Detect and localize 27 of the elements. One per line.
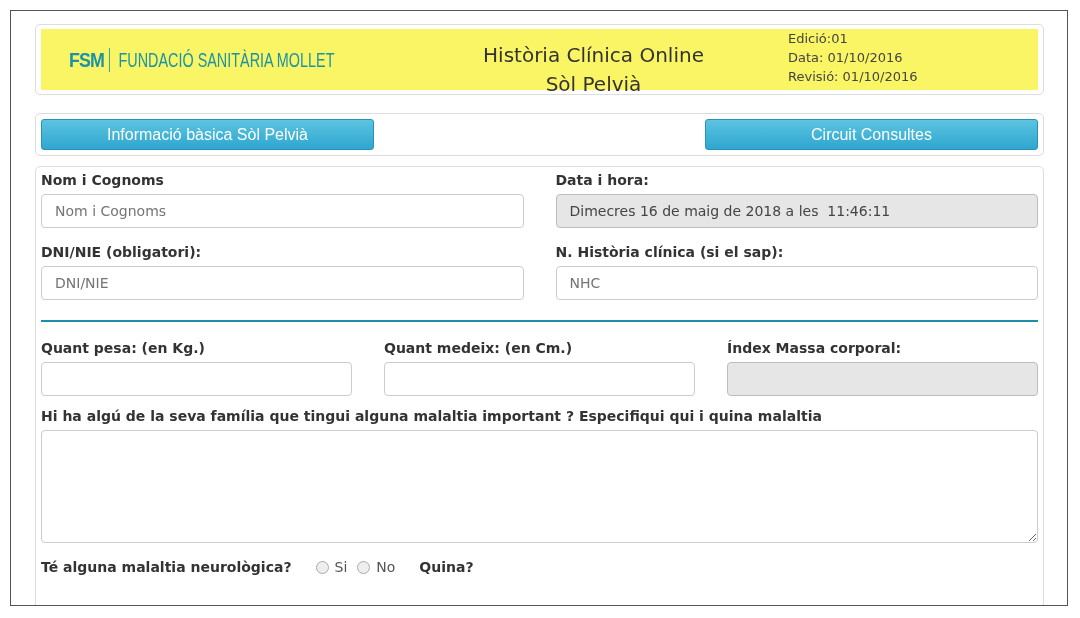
radio-option[interactable]: Si bbox=[315, 559, 348, 575]
field-label: N. Història clínica (si el sap): bbox=[555, 244, 785, 260]
logo-name: FUNDACIÓ SANITÀRIA MOLLET bbox=[117, 48, 335, 72]
radio-icon[interactable] bbox=[315, 560, 329, 574]
input-field[interactable] bbox=[384, 362, 695, 396]
field-label: Data i hora: bbox=[555, 172, 650, 188]
document-meta: Data: 01/10/2016 bbox=[788, 49, 904, 67]
field-label: Quant medeix: (en Cm.) bbox=[384, 340, 574, 356]
field-label: Índex Massa corporal: bbox=[727, 340, 903, 356]
field-label: DNI/NIE (obligatori): bbox=[41, 244, 203, 260]
logo-mark: FSM bbox=[69, 48, 111, 72]
question-label: Quina? bbox=[419, 559, 474, 575]
document-meta: Edició:01 bbox=[788, 30, 849, 48]
field-label: Hi ha algú de la seva família que tingui alguna malaltia important ? Especifiqui qui i quina malaltia bbox=[41, 408, 823, 424]
radio-icon[interactable] bbox=[357, 560, 371, 574]
radio-option[interactable]: No bbox=[357, 559, 396, 575]
field-label: Nom i Cognoms bbox=[41, 172, 165, 188]
question-label: Té alguna malaltia neurològica? bbox=[41, 559, 292, 575]
input-field[interactable]: DNI/NIE bbox=[41, 266, 524, 300]
input-field[interactable]: NHC bbox=[555, 266, 1038, 300]
page-title: Història Clínica Online bbox=[482, 42, 705, 69]
document-meta: Revisió: 01/10/2016 bbox=[788, 68, 919, 86]
input-field[interactable] bbox=[41, 362, 352, 396]
page-title: Sòl Pelvià bbox=[544, 71, 643, 98]
field-label: Quant pesa: (en Kg.) bbox=[41, 340, 206, 356]
text-area[interactable] bbox=[41, 430, 1038, 543]
input-field[interactable]: Nom i Cognoms bbox=[41, 194, 524, 228]
